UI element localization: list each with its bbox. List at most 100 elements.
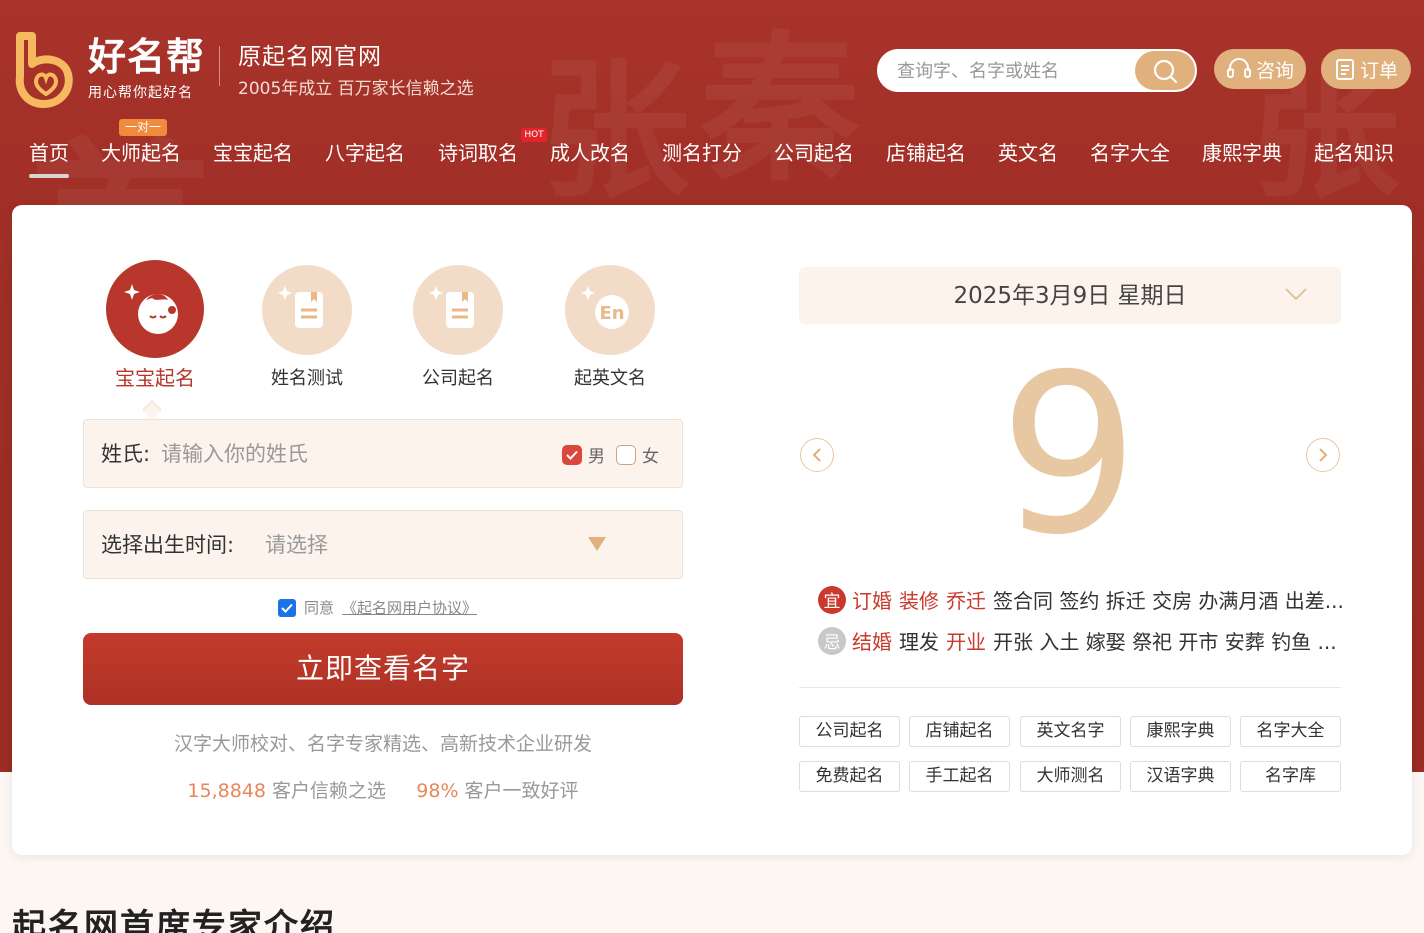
section-title: 起名网首席专家介绍 bbox=[12, 907, 336, 933]
female-checkbox[interactable] bbox=[616, 444, 636, 465]
nav-item-bazi-naming[interactable]: 八字起名 bbox=[325, 138, 405, 168]
svg-text:En: En bbox=[599, 303, 624, 324]
suitable-item: 订婚 bbox=[852, 589, 892, 613]
male-label: 男 bbox=[588, 447, 605, 467]
chevron-down-icon bbox=[1285, 288, 1307, 301]
tag-link[interactable]: 名字大全 bbox=[1240, 716, 1341, 747]
tag-link[interactable]: 店铺起名 bbox=[909, 716, 1010, 747]
next-day-button[interactable] bbox=[1306, 438, 1340, 472]
nav-item-adult-rename[interactable]: 成人改名 bbox=[550, 138, 630, 168]
nav-item-naming-knowledge[interactable]: 起名知识 bbox=[1314, 138, 1394, 168]
main-card: 宝宝起名 姓名测试 公司起名 En 起英文名 姓氏: 请输入你的姓氏 男 女 选… bbox=[12, 205, 1412, 855]
brand: 好名帮 用心帮你起好名 bbox=[88, 34, 205, 102]
chevron-left-icon bbox=[812, 448, 821, 462]
tagline: 汉字大师校对、名字专家精选、高新技术企业研发 bbox=[173, 733, 592, 755]
badge-one-on-one: 一对一 bbox=[119, 119, 167, 136]
site-subtitle: 2005年成立 百万家长信赖之选 bbox=[238, 79, 474, 99]
nav-item-english-name[interactable]: 英文名 bbox=[998, 138, 1058, 168]
order-label: 订单 bbox=[1359, 59, 1398, 82]
tag-link[interactable]: 免费起名 bbox=[799, 761, 900, 792]
nav-item-home[interactable]: 首页 bbox=[29, 138, 69, 178]
birth-time-value: 请选择 bbox=[265, 533, 328, 557]
consult-label: 咨询 bbox=[1255, 59, 1294, 82]
header-divider bbox=[219, 46, 220, 86]
category-icon-wrap: En bbox=[565, 265, 655, 355]
baby-face-icon bbox=[124, 284, 178, 334]
brand-name: 好名帮 bbox=[88, 35, 206, 79]
agreement: 同意 《起名网用户协议》 bbox=[278, 597, 477, 618]
bg-decoration: 张 bbox=[1250, 43, 1401, 219]
date-text: 2025年3月9日 星期日 bbox=[953, 283, 1187, 309]
tag-link[interactable]: 英文名字 bbox=[1020, 716, 1121, 747]
bg-decoration: 秦 bbox=[700, 15, 861, 203]
brand-logo-icon[interactable] bbox=[14, 30, 76, 108]
category-icon-wrap bbox=[106, 260, 204, 358]
tag-link[interactable]: 大师测名 bbox=[1020, 761, 1121, 792]
nav-item-company-naming[interactable]: 公司起名 bbox=[774, 138, 854, 168]
site-info: 原起名网官网 2005年成立 百万家长信赖之选 bbox=[238, 42, 474, 102]
notebook-icon bbox=[429, 286, 474, 328]
site-title: 原起名网官网 bbox=[238, 44, 382, 70]
category-baby-naming[interactable]: 宝宝起名 bbox=[90, 260, 220, 390]
search-input[interactable] bbox=[897, 59, 1127, 83]
female-label: 女 bbox=[642, 447, 659, 467]
gender-female-option[interactable]: 女 bbox=[616, 442, 659, 467]
gender-male-option[interactable]: 男 bbox=[562, 442, 605, 467]
order-button[interactable]: 订单 bbox=[1321, 49, 1411, 89]
day-number: 9 bbox=[999, 327, 1139, 583]
bg-decoration: 张 bbox=[540, 43, 691, 219]
view-names-button[interactable]: 立即查看名字 bbox=[83, 633, 683, 705]
stat-rating-number: 98% bbox=[416, 780, 459, 802]
suitable-rest: 签合同 签约 拆迁 交房 办满月酒 出差... bbox=[993, 589, 1344, 613]
calendar-divider bbox=[799, 687, 1341, 688]
nav-item-shop-naming[interactable]: 店铺起名 bbox=[886, 138, 966, 168]
tag-link[interactable]: 手工起名 bbox=[909, 761, 1010, 792]
avoid-item: 理发 bbox=[899, 630, 939, 654]
nav-item-name-score[interactable]: 测名打分 bbox=[662, 138, 742, 168]
suitable-item: 装修 bbox=[899, 589, 939, 613]
suitable-item: 乔迁 bbox=[946, 589, 986, 613]
consult-button[interactable]: 咨询 bbox=[1214, 49, 1306, 89]
surname-input[interactable]: 请输入你的姓氏 bbox=[161, 440, 308, 468]
search-button[interactable] bbox=[1135, 51, 1195, 90]
nav-item-master-naming[interactable]: 大师起名 bbox=[101, 138, 181, 168]
check-icon bbox=[281, 603, 293, 613]
brand-slogan: 用心帮你起好名 bbox=[88, 85, 193, 101]
main-nav: 首页 大师起名 宝宝起名 八字起名 诗词取名 成人改名 测名打分 公司起名 店铺… bbox=[0, 138, 1424, 178]
category-icon-wrap bbox=[413, 265, 503, 355]
nav-item-poetry-naming[interactable]: 诗词取名 bbox=[438, 138, 518, 168]
category-name-test[interactable]: 姓名测试 bbox=[242, 265, 372, 391]
date-picker[interactable]: 2025年3月9日 星期日 bbox=[799, 267, 1341, 324]
clipboard-icon bbox=[1335, 59, 1354, 80]
suitable-mark: 宜 bbox=[818, 585, 846, 614]
male-checkbox[interactable] bbox=[562, 444, 582, 465]
avoid-item: 开业 bbox=[946, 630, 986, 654]
tag-link[interactable]: 名字库 bbox=[1240, 761, 1341, 792]
birth-time-select[interactable]: 选择出生时间: 请选择 bbox=[83, 510, 683, 579]
nav-item-name-collection[interactable]: 名字大全 bbox=[1090, 138, 1170, 168]
birth-time-label: 选择出生时间: bbox=[101, 533, 235, 557]
avoid-rest: 开张 入土 嫁娶 祭祀 开市 安葬 钓鱼 ... bbox=[993, 630, 1337, 654]
prev-day-button[interactable] bbox=[800, 438, 834, 472]
avoid-mark: 忌 bbox=[818, 626, 846, 655]
category-label: 姓名测试 bbox=[271, 368, 343, 389]
agree-text: 同意 bbox=[304, 599, 335, 617]
nav-item-kangxi-dictionary[interactable]: 康熙字典 bbox=[1202, 138, 1282, 168]
agree-checkbox[interactable] bbox=[278, 598, 296, 617]
avoid-item: 结婚 bbox=[852, 630, 892, 654]
tag-link[interactable]: 康熙字典 bbox=[1130, 716, 1231, 747]
dropdown-triangle-icon bbox=[588, 537, 606, 551]
tag-link[interactable]: 汉语字典 bbox=[1130, 761, 1231, 792]
nav-item-baby-naming[interactable]: 宝宝起名 bbox=[213, 138, 293, 168]
user-agreement-link[interactable]: 《起名网用户协议》 bbox=[342, 597, 477, 618]
category-english-name[interactable]: En 起英文名 bbox=[545, 265, 675, 391]
notebook-icon bbox=[278, 286, 323, 328]
surname-field[interactable]: 姓氏: 请输入你的姓氏 男 女 bbox=[83, 419, 683, 488]
stat-customers-number: 15,8848 bbox=[187, 780, 266, 802]
tag-link[interactable]: 公司起名 bbox=[799, 716, 900, 747]
headset-icon bbox=[1226, 58, 1251, 78]
almanac-avoid: 忌 结婚 理发 开业 开张 入土 嫁娶 祭祀 开市 安葬 钓鱼 ... bbox=[818, 626, 1348, 655]
category-label: 起英文名 bbox=[574, 368, 646, 389]
category-company-naming[interactable]: 公司起名 bbox=[393, 265, 523, 391]
category-label: 宝宝起名 bbox=[115, 366, 195, 390]
